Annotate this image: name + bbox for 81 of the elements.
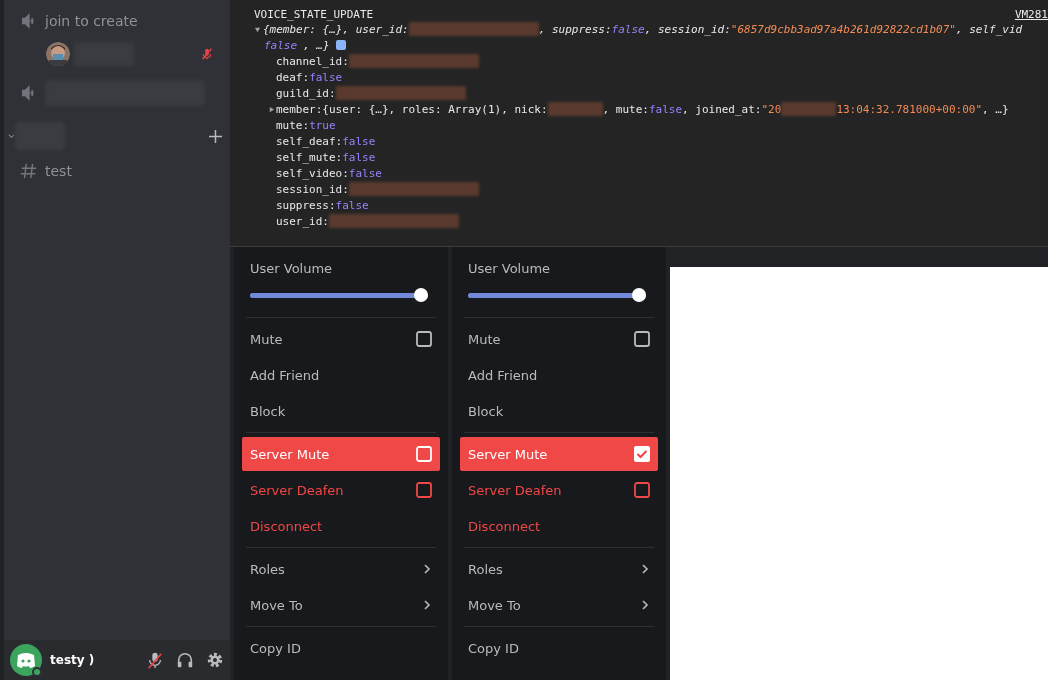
console-text: deaf: xyxy=(276,70,310,84)
chevron-right-icon xyxy=(640,564,650,574)
console-text: , mute: xyxy=(602,102,649,116)
console-text: guild_id: xyxy=(276,86,336,100)
source-link[interactable]: VM281 xyxy=(1014,8,1048,21)
redacted-block xyxy=(547,102,603,116)
microphone-icon[interactable] xyxy=(146,651,164,669)
menu-item[interactable]: Server Deafen xyxy=(242,473,440,507)
console-text: "6857d9cbb3ad97a4b261d92822cd1b07" xyxy=(730,22,956,36)
menu-item[interactable]: Add Friend xyxy=(242,358,440,392)
console-text: {member: {…}, user_id: xyxy=(263,22,409,36)
console-text: , joined_at: xyxy=(682,102,762,116)
console-text: false xyxy=(348,166,382,180)
console-text: suppress: xyxy=(276,198,336,212)
discord-logo-avatar-icon xyxy=(10,644,42,676)
volume-slider[interactable] xyxy=(250,288,428,302)
menu-item[interactable]: Server Mute xyxy=(460,437,658,471)
redacted-block xyxy=(781,102,837,116)
console-text: self_deaf: xyxy=(276,134,343,148)
console-text: {user: {…}, roles: Array(1), nick: xyxy=(322,102,548,116)
menu-item[interactable]: Mute xyxy=(242,322,440,356)
console-text: , …} xyxy=(982,102,1009,116)
console-text: self_video: xyxy=(276,166,349,180)
console-text: self_mute: xyxy=(276,150,343,164)
console-text: false xyxy=(342,134,376,148)
menu-item[interactable]: Block xyxy=(242,394,440,428)
console-text: , …} xyxy=(303,38,330,52)
console-text: member: xyxy=(276,102,323,116)
console-text: true xyxy=(309,118,336,132)
console-text: 13:04:32.781000+00:00" xyxy=(836,102,983,116)
menu-item[interactable]: Copy ID xyxy=(460,631,658,665)
console-text: , self_vid xyxy=(955,22,1023,36)
redacted-block xyxy=(15,122,65,150)
plus-icon[interactable] xyxy=(209,129,222,143)
checkbox[interactable] xyxy=(416,482,432,498)
menu-item[interactable]: Roles xyxy=(460,552,658,586)
menu-item[interactable]: Disconnect xyxy=(460,509,658,543)
console-text: mute: xyxy=(276,118,310,132)
settings-icon[interactable] xyxy=(206,651,224,669)
chevron-right-icon xyxy=(422,600,432,610)
menu-item[interactable]: Add Friend xyxy=(460,358,658,392)
menu-item[interactable]: Disconnect xyxy=(242,509,440,543)
menu-item[interactable]: Mute xyxy=(460,322,658,356)
chevron-right-icon xyxy=(422,564,432,574)
channel-name[interactable]: join to create xyxy=(45,13,138,29)
menu-item[interactable]: Server Mute xyxy=(242,437,440,471)
channel-name[interactable]: test xyxy=(45,163,72,179)
menu-label: User Volume xyxy=(250,261,334,276)
menu-item[interactable]: Server Deafen xyxy=(460,473,658,507)
expand-triangle-icon[interactable] xyxy=(254,25,261,33)
caret-icon[interactable] xyxy=(8,132,15,140)
chevron-right-icon xyxy=(640,600,650,610)
menu-item[interactable]: Block xyxy=(460,394,658,428)
checkbox[interactable] xyxy=(416,331,432,347)
info-icon xyxy=(335,40,346,50)
menu-item[interactable]: Move To xyxy=(460,588,658,622)
console-text: false xyxy=(335,198,369,212)
event-title: VOICE_STATE_UPDATE xyxy=(254,8,374,21)
menu-item[interactable]: Roles xyxy=(242,552,440,586)
console-text: false xyxy=(342,150,376,164)
hash-icon xyxy=(20,162,38,180)
console-text: , suppress: xyxy=(538,22,612,36)
console-text: false xyxy=(309,70,343,84)
checkbox[interactable] xyxy=(634,331,650,347)
console-text: false xyxy=(648,102,682,116)
menu-item[interactable]: Move To xyxy=(242,588,440,622)
menu-item[interactable]: Copy ID xyxy=(242,631,440,665)
console-text: channel_id: xyxy=(276,54,349,68)
console-text: false xyxy=(611,22,645,36)
console-text: , session_id: xyxy=(644,22,731,36)
console-text: false xyxy=(264,38,298,52)
console-text: "20 xyxy=(761,102,782,116)
console-text: session_id: xyxy=(276,182,349,196)
checkbox[interactable] xyxy=(634,482,650,498)
volume-slider[interactable] xyxy=(468,288,646,302)
menu-label: User Volume xyxy=(468,261,552,276)
console-text: user_id: xyxy=(276,214,329,228)
expand-triangle-icon[interactable] xyxy=(268,105,275,113)
username: testy ) xyxy=(50,653,96,667)
checkbox[interactable] xyxy=(634,446,650,462)
headphones-icon[interactable] xyxy=(176,651,194,669)
